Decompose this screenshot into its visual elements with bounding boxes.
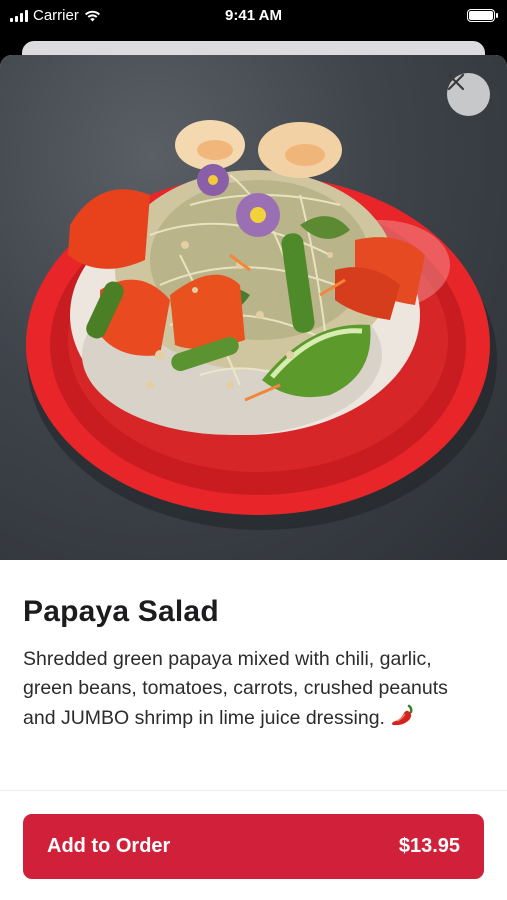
close-button[interactable] [447, 73, 490, 116]
item-title: Papaya Salad [23, 595, 219, 628]
close-icon [447, 73, 465, 91]
item-description-block: Shredded green papaya mixed with chili, … [23, 645, 484, 736]
divider [0, 790, 507, 791]
add-to-order-button[interactable]: Add to Order $13.95 [23, 814, 484, 879]
item-photo [0, 55, 507, 560]
status-time: 9:41 AM [225, 7, 282, 24]
item-detail-sheet: Papaya Salad Shredded green papaya mixed… [0, 55, 507, 900]
item-info: Papaya Salad Shredded green papaya mixed… [23, 595, 484, 736]
price-label: $13.95 [398, 835, 460, 857]
status-bar: Carrier 9:41 AM [0, 0, 507, 34]
add-to-order-label: Add to Order [47, 835, 171, 857]
item-description: Shredded green papaya mixed with chili, … [23, 648, 448, 729]
chili-pepper-icon [389, 703, 415, 736]
battery-icon [467, 9, 498, 22]
